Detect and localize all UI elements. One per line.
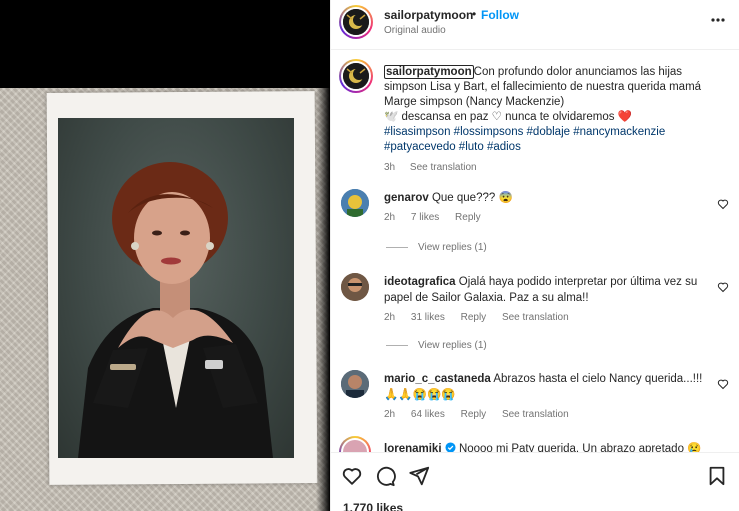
like-comment-heart-icon[interactable] <box>717 378 729 390</box>
see-translation[interactable]: See translation <box>502 312 569 323</box>
hashtags-line-2[interactable]: #patyacevedo #luto #adios <box>384 140 724 155</box>
comment-avatar-ideotagrafica[interactable] <box>341 273 369 301</box>
portrait-photo <box>58 118 294 458</box>
reply-button[interactable]: Reply <box>461 312 487 323</box>
media-edge-shadow <box>316 0 330 511</box>
caption-see-translation[interactable]: See translation <box>410 162 477 173</box>
comment-mario-c-castaneda: mario_c_castaneda Abrazos hasta el cielo… <box>384 371 724 423</box>
reply-button[interactable]: Reply <box>461 409 487 420</box>
caption-time: 3h <box>384 162 396 173</box>
comment-text: Que que??? 😨 <box>431 192 513 204</box>
caption-avatar[interactable] <box>339 59 373 93</box>
view-replies-label[interactable]: View replies (1) <box>418 340 487 351</box>
comment-avatar-genarov[interactable] <box>341 189 369 217</box>
separator-dot: • <box>472 7 477 21</box>
heart-icon[interactable] <box>341 465 363 487</box>
post-likes-count[interactable]: 1.770 likes <box>343 501 403 511</box>
comment-username[interactable]: ideotagrafica <box>384 276 456 288</box>
comment-text-cont: papel de Sailor Galaxia. Paz a su alma!! <box>384 292 589 304</box>
more-horizontal-icon[interactable] <box>710 12 726 28</box>
comment-time: 2h <box>384 212 396 223</box>
caption-text-1: Con profundo dolor anunciamos las hijas <box>473 66 683 78</box>
post-details-panel: sailorpatymoon • Follow Original audio s… <box>330 0 739 511</box>
comment-likes[interactable]: 7 likes <box>411 212 439 223</box>
follow-button[interactable]: Follow <box>481 8 519 22</box>
see-translation[interactable]: See translation <box>502 409 569 420</box>
view-replies-label[interactable]: View replies (1) <box>418 242 487 253</box>
post-header: sailorpatymoon • Follow Original audio <box>331 0 739 50</box>
view-replies-button[interactable]: View replies (1) <box>386 340 487 351</box>
author-username[interactable]: sailorpatymoon <box>384 8 473 22</box>
bookmark-icon[interactable] <box>706 465 728 487</box>
comment-ideotagrafica: ideotagrafica Ojalá haya podido interpre… <box>384 274 724 326</box>
reply-button[interactable]: Reply <box>455 212 481 223</box>
comment-text-cont: 🙏🙏😭😭😭 <box>384 389 456 401</box>
caption-text-4: 🕊️ descansa en paz ♡ nunca te olvidaremo… <box>384 111 632 123</box>
comment-username[interactable]: mario_c_castaneda <box>384 373 491 385</box>
caption-text-3: Marge simpson (Nancy Mackenzie) <box>384 96 565 108</box>
comment-genarov: genarov Que que??? 😨 2h 7 likes Reply <box>384 190 724 226</box>
comment-time: 2h <box>384 409 396 420</box>
author-avatar[interactable] <box>339 5 373 39</box>
comment-username[interactable]: genarov <box>384 192 429 204</box>
moon-logo-icon <box>343 63 369 89</box>
comment-time: 2h <box>384 312 396 323</box>
like-comment-heart-icon[interactable] <box>717 198 729 210</box>
post-media[interactable] <box>0 0 330 511</box>
comment-text: Abrazos hasta el cielo Nancy querida...!… <box>493 373 703 385</box>
comment-likes[interactable]: 31 likes <box>411 312 445 323</box>
comment-icon[interactable] <box>374 465 396 487</box>
like-comment-heart-icon[interactable] <box>717 281 729 293</box>
caption-username[interactable]: sailorpatymoon <box>384 65 474 79</box>
moon-logo-icon <box>343 9 369 35</box>
caption-text-2: simpson Lisa y Bart, el fallecimiento de… <box>384 81 702 93</box>
post-caption: sailorpatymoon Con profundo dolor anuncia… <box>384 65 724 175</box>
action-bar: 1.770 likes <box>331 452 739 511</box>
hashtags-line-1[interactable]: #lisasimpson #lossimpsons #doblaje #nanc… <box>384 125 724 140</box>
comment-text: Ojalá haya podido interpretar por última… <box>458 276 698 288</box>
audio-label[interactable]: Original audio <box>384 25 446 36</box>
view-replies-button[interactable]: View replies (1) <box>386 242 487 253</box>
share-icon[interactable] <box>408 465 430 487</box>
comment-likes[interactable]: 64 likes <box>411 409 445 420</box>
comment-avatar-mario[interactable] <box>341 370 369 398</box>
